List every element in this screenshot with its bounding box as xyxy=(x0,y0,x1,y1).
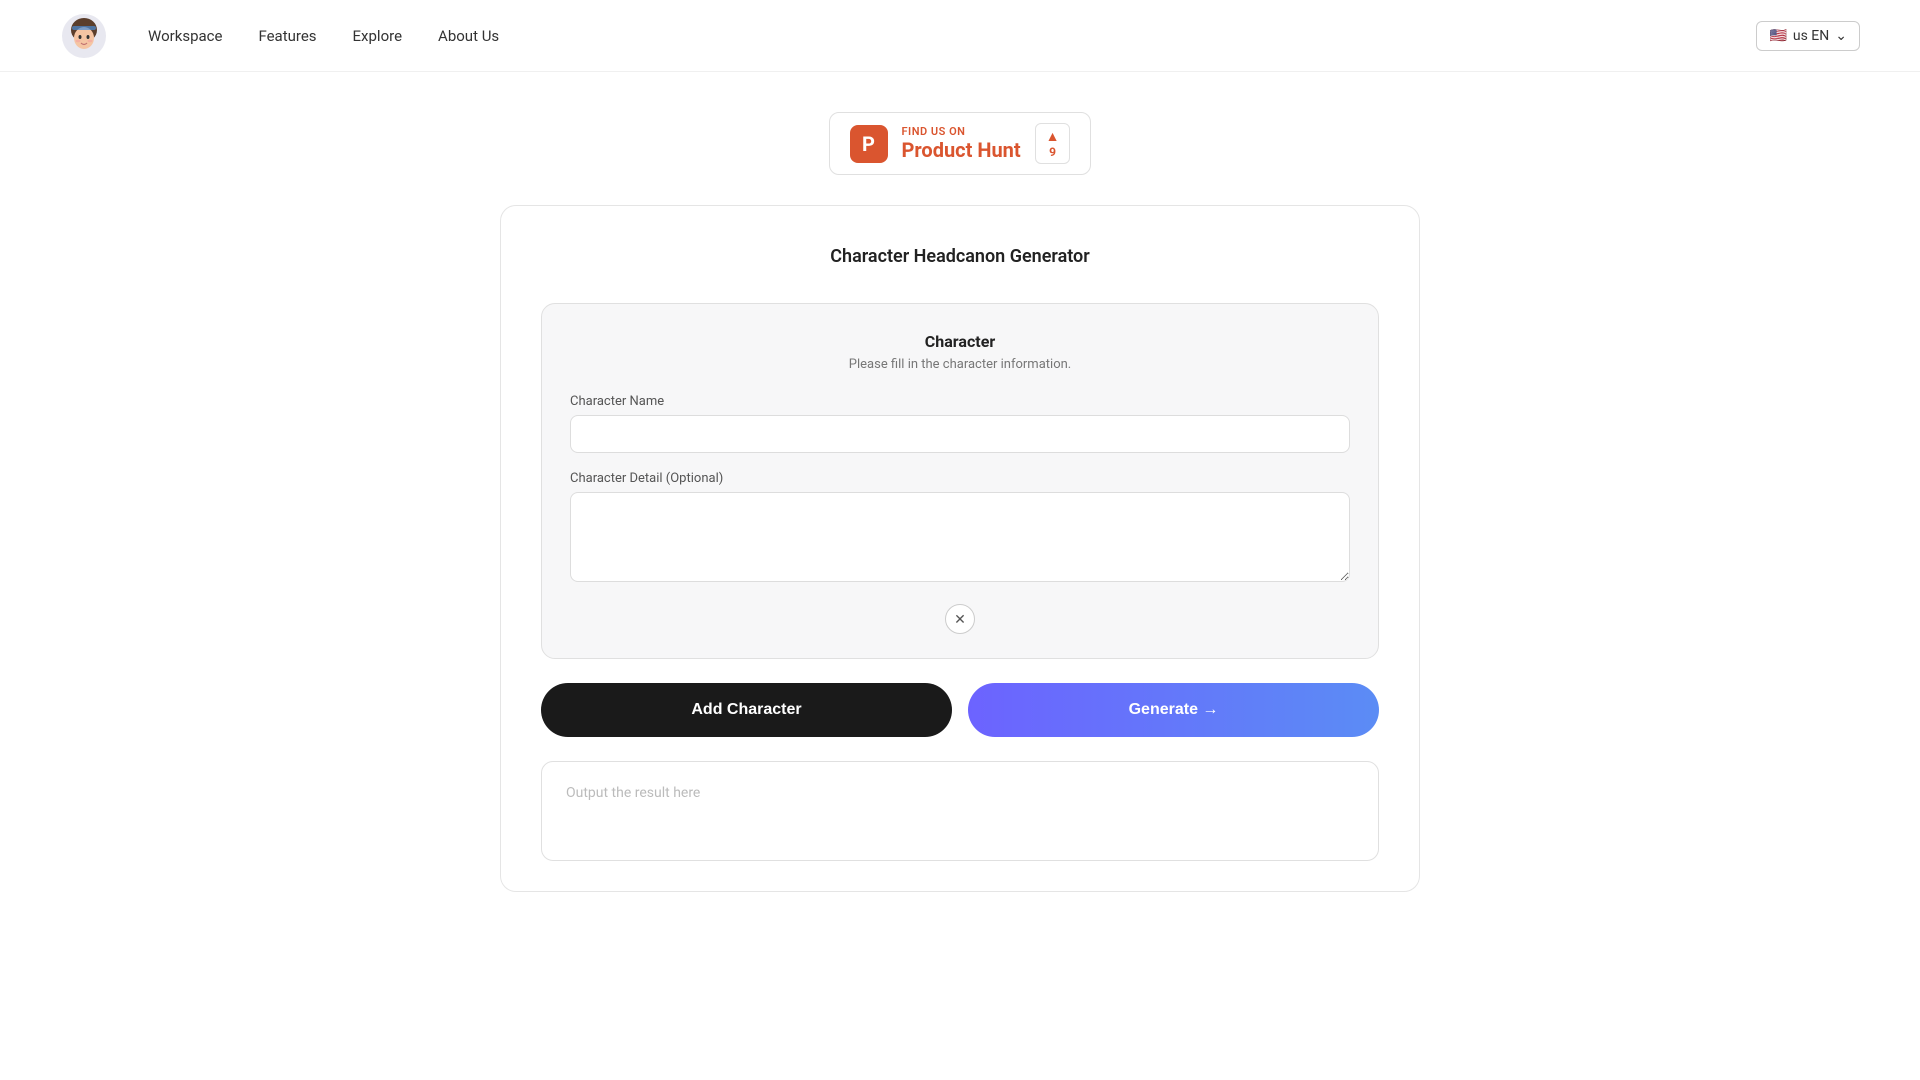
product-hunt-link[interactable]: P FIND US ON Product Hunt ▲ 9 xyxy=(829,112,1092,175)
action-buttons: Add Character Generate → xyxy=(541,683,1379,737)
output-placeholder: Output the result here xyxy=(566,785,700,801)
product-hunt-text: FIND US ON Product Hunt xyxy=(902,125,1021,162)
character-card-title: Character xyxy=(570,332,1350,351)
character-name-label: Character Name xyxy=(570,394,1350,409)
upvote-arrow-icon: ▲ xyxy=(1046,128,1060,145)
product-hunt-icon: P xyxy=(850,125,888,163)
navbar: Workspace Features Explore About Us 🇺🇸 u… xyxy=(0,0,1920,72)
nav-workspace[interactable]: Workspace xyxy=(148,27,222,45)
product-hunt-banner: P FIND US ON Product Hunt ▲ 9 xyxy=(0,112,1920,175)
product-hunt-name: Product Hunt xyxy=(902,138,1021,162)
page-title: Character Headcanon Generator xyxy=(541,246,1379,267)
character-name-group: Character Name xyxy=(570,394,1350,453)
upvote-badge[interactable]: ▲ 9 xyxy=(1035,123,1071,164)
remove-character-button[interactable]: ✕ xyxy=(945,604,975,634)
character-card-subtitle: Please fill in the character information… xyxy=(570,357,1350,372)
lang-label: us EN xyxy=(1793,28,1829,44)
character-card: Character Please fill in the character i… xyxy=(541,303,1379,659)
find-us-label: FIND US ON xyxy=(902,125,1021,138)
add-character-button[interactable]: Add Character xyxy=(541,683,952,737)
language-selector[interactable]: 🇺🇸 us EN ⌄ xyxy=(1756,21,1860,51)
nav-explore[interactable]: Explore xyxy=(353,27,403,45)
flag-icon: 🇺🇸 xyxy=(1769,28,1786,44)
remove-button-container: ✕ xyxy=(570,604,1350,634)
chevron-down-icon: ⌄ xyxy=(1835,28,1847,44)
nav-features[interactable]: Features xyxy=(258,27,316,45)
generate-button[interactable]: Generate → xyxy=(968,683,1379,737)
upvote-count: 9 xyxy=(1049,145,1056,159)
logo[interactable] xyxy=(60,12,108,60)
navbar-links: Workspace Features Explore About Us xyxy=(148,27,1756,45)
character-detail-input[interactable] xyxy=(570,492,1350,582)
main-content: Character Headcanon Generator Character … xyxy=(480,205,1440,952)
nav-about[interactable]: About Us xyxy=(438,27,499,45)
character-detail-label: Character Detail (Optional) xyxy=(570,471,1350,486)
output-container: Output the result here xyxy=(541,761,1379,861)
character-detail-group: Character Detail (Optional) xyxy=(570,471,1350,586)
main-card: Character Headcanon Generator Character … xyxy=(500,205,1420,892)
character-name-input[interactable] xyxy=(570,415,1350,453)
